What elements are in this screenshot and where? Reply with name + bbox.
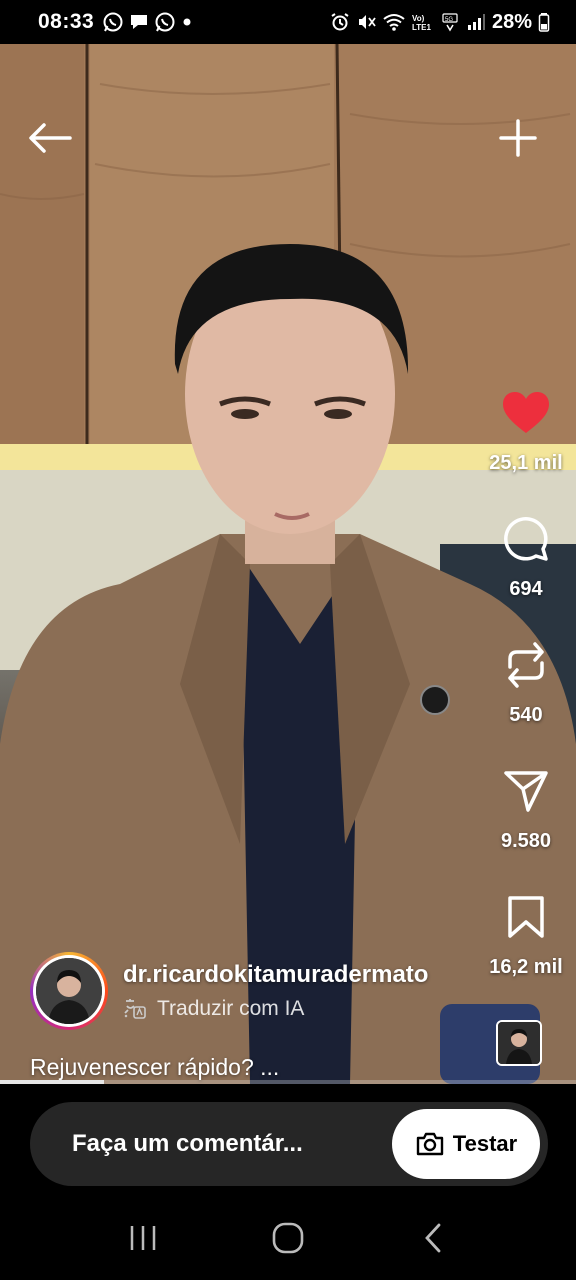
chat-icon bbox=[131, 15, 148, 29]
like-button[interactable] bbox=[502, 384, 550, 442]
reel-video[interactable]: 25,1 mil 694 540 9.580 16,2 mil dr.ricar… bbox=[0, 44, 576, 1084]
comment-action: 694 bbox=[503, 510, 549, 636]
heart-filled-icon bbox=[502, 392, 549, 433]
svg-text:Vo): Vo) bbox=[412, 14, 425, 23]
caption[interactable]: Rejuvenescer rápido? ... bbox=[30, 1054, 279, 1081]
chevron-left-icon bbox=[425, 1223, 441, 1253]
paper-plane-icon bbox=[504, 771, 548, 812]
comment-button[interactable] bbox=[503, 510, 549, 568]
action-rail: 25,1 mil 694 540 9.580 16,2 mil bbox=[476, 384, 576, 1014]
whatsapp-icon bbox=[103, 12, 123, 32]
repost-count: 540 bbox=[509, 704, 543, 726]
share-button[interactable] bbox=[503, 762, 549, 820]
repost-action: 540 bbox=[504, 636, 548, 762]
audio-thumbnail[interactable] bbox=[496, 1020, 542, 1066]
translate-icon bbox=[124, 999, 146, 1019]
comment-input[interactable]: Faça um comentár... bbox=[72, 1130, 392, 1158]
signal-icon bbox=[467, 14, 485, 30]
like-action: 25,1 mil bbox=[489, 384, 563, 510]
alarm-icon bbox=[331, 13, 349, 31]
battery-percent: 28% bbox=[491, 10, 532, 33]
share-action: 9.580 bbox=[501, 762, 551, 888]
back-nav-button[interactable] bbox=[403, 1208, 463, 1268]
create-button[interactable] bbox=[494, 114, 542, 162]
recents-button[interactable] bbox=[113, 1208, 173, 1268]
like-count: 25,1 mil bbox=[489, 452, 563, 474]
avatar[interactable] bbox=[30, 952, 108, 1030]
dot-icon bbox=[183, 18, 191, 26]
comment-icon bbox=[504, 517, 548, 561]
comment-bar: Faça um comentár... Testar bbox=[30, 1102, 548, 1186]
repost-icon bbox=[508, 642, 544, 688]
volte-icon: Vo)LTE1 bbox=[412, 14, 432, 32]
save-action: 16,2 mil bbox=[489, 888, 563, 1014]
battery-icon bbox=[538, 13, 550, 32]
share-count: 9.580 bbox=[500, 830, 552, 852]
try-label: Testar bbox=[452, 1131, 518, 1156]
plus-icon bbox=[499, 119, 537, 157]
status-bar: 08:33 Vo) LTE1 5G 28% bbox=[0, 0, 576, 44]
progress-fill bbox=[0, 1080, 104, 1084]
translate-ai-button[interactable]: Traduzir com IA bbox=[123, 997, 428, 1021]
network-icon: 5G bbox=[442, 13, 458, 32]
username-link[interactable]: dr.ricardokitamuradermato bbox=[123, 961, 428, 989]
avatar-image bbox=[36, 958, 102, 1024]
repost-button[interactable] bbox=[504, 636, 548, 694]
save-button[interactable] bbox=[507, 888, 545, 946]
try-button[interactable]: Testar bbox=[392, 1109, 540, 1179]
home-button[interactable] bbox=[258, 1208, 318, 1268]
bookmark-icon bbox=[508, 896, 544, 938]
comment-count: 694 bbox=[509, 578, 543, 600]
camera-icon bbox=[416, 1132, 443, 1156]
arrow-left-icon bbox=[29, 123, 72, 153]
home-icon bbox=[272, 1222, 304, 1254]
author-row: dr.ricardokitamuradermato Traduzir com I… bbox=[30, 952, 428, 1030]
whatsapp-icon bbox=[155, 12, 175, 32]
translate-label: Traduzir com IA bbox=[157, 997, 305, 1020]
recents-icon bbox=[130, 1226, 155, 1250]
save-count: 16,2 mil bbox=[489, 956, 563, 978]
system-nav-bar bbox=[0, 1196, 576, 1280]
back-button[interactable] bbox=[26, 114, 74, 162]
video-progress-bar[interactable] bbox=[0, 1080, 576, 1084]
svg-text:5G: 5G bbox=[445, 17, 453, 23]
audio-cover-image bbox=[498, 1022, 540, 1064]
svg-text:LTE1: LTE1 bbox=[412, 23, 432, 32]
mute-icon bbox=[358, 15, 376, 29]
wifi-icon bbox=[383, 14, 405, 31]
clock: 08:33 bbox=[38, 10, 95, 33]
